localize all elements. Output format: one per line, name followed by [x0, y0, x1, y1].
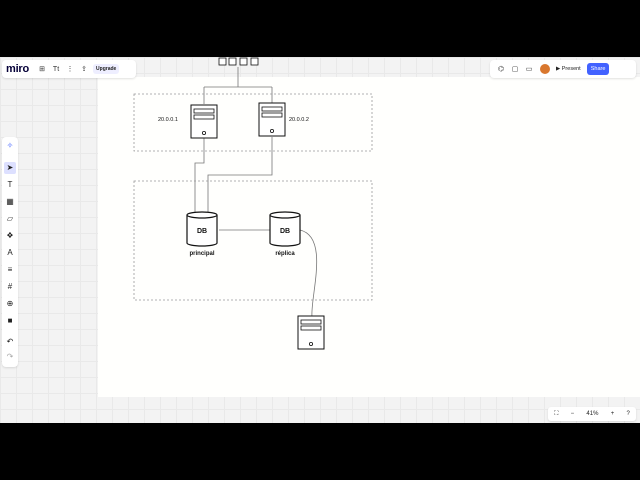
board-name-icon[interactable]: Tt [49, 66, 63, 73]
export-icon[interactable]: ⇪ [77, 65, 91, 73]
database-group-box[interactable] [133, 180, 373, 301]
ip-label-left[interactable]: 20.0.0.1 [158, 117, 178, 123]
pen-tool-icon[interactable]: A [4, 247, 16, 259]
upgrade-button[interactable]: Upgrade [93, 64, 120, 74]
share-button[interactable]: Share [586, 63, 610, 75]
server-icon-3[interactable] [297, 315, 325, 350]
architecture-diagram: 20.0.0.1 20.0.0.2 DB principal DB réplic… [133, 57, 373, 350]
db-primary-label[interactable]: principal [189, 251, 214, 257]
zoom-out-button[interactable]: − [571, 411, 575, 417]
fit-screen-icon[interactable]: ⛶ [554, 411, 558, 418]
reactions-icon[interactable]: ⌬ [494, 65, 508, 73]
server-icon-2[interactable] [258, 102, 286, 137]
more-apps-icon[interactable]: ■ [4, 315, 16, 327]
comment-icon[interactable]: ▢ [508, 65, 522, 73]
zoom-level[interactable]: 41% [586, 411, 598, 417]
top-left-toolbar: miro ⊞ Tt ⋮ ⇪ Upgrade [2, 60, 136, 78]
upload-tool-icon[interactable]: ⊕ [4, 298, 16, 310]
client-to-servers-line [203, 67, 273, 104]
comment-tool-icon[interactable]: ≡ [4, 264, 16, 276]
server-icon-1[interactable] [190, 104, 218, 139]
redo-icon[interactable]: ↷ [4, 351, 16, 363]
client-icon[interactable] [250, 57, 259, 66]
server1-to-db-line [194, 137, 205, 215]
video-call-icon[interactable]: ▭ [522, 65, 536, 73]
help-icon[interactable]: ? [627, 411, 630, 417]
zoom-in-button[interactable]: + [611, 411, 615, 417]
ai-tool-icon[interactable]: ✧ [4, 140, 16, 152]
table-tool-icon[interactable]: ▦ [4, 196, 16, 208]
client-icon[interactable] [218, 57, 227, 66]
more-menu-icon[interactable]: ⋮ [63, 65, 77, 73]
board-icon[interactable]: ⊞ [35, 65, 49, 73]
creation-toolbar: ✧ ➤ T ▦ ▱ ❖ A ≡ # ⊕ ■ ↶ ↷ [2, 137, 18, 367]
user-avatar[interactable] [540, 64, 550, 74]
client-icon[interactable] [228, 57, 237, 66]
ip-label-right[interactable]: 20.0.0.2 [289, 117, 309, 123]
db-replica-label[interactable]: réplica [275, 251, 295, 257]
db-replica-text: DB [280, 228, 290, 235]
undo-icon[interactable]: ↶ [4, 336, 16, 348]
select-tool-icon[interactable]: ➤ [4, 162, 16, 174]
server2-to-db-line [207, 137, 273, 215]
present-button[interactable]: ▶ Present [556, 66, 581, 72]
zoom-controls: ⛶ − 41% + ? [548, 407, 636, 421]
miro-logo[interactable]: miro [6, 63, 29, 75]
miro-board[interactable]: 20.0.0.1 20.0.0.2 DB principal DB réplic… [0, 57, 640, 423]
client-icons[interactable] [218, 57, 259, 66]
shapes-tool-icon[interactable]: ❖ [4, 230, 16, 242]
text-tool-icon[interactable]: T [4, 179, 16, 191]
frame-tool-icon[interactable]: # [4, 281, 16, 293]
top-right-toolbar: ⌬ ▢ ▭ ▶ Present Share [490, 60, 636, 78]
db-primary-text: DB [197, 228, 207, 235]
client-icon[interactable] [239, 57, 248, 66]
sticky-note-icon[interactable]: ▱ [4, 213, 16, 225]
server3-to-replica-line [299, 229, 318, 318]
